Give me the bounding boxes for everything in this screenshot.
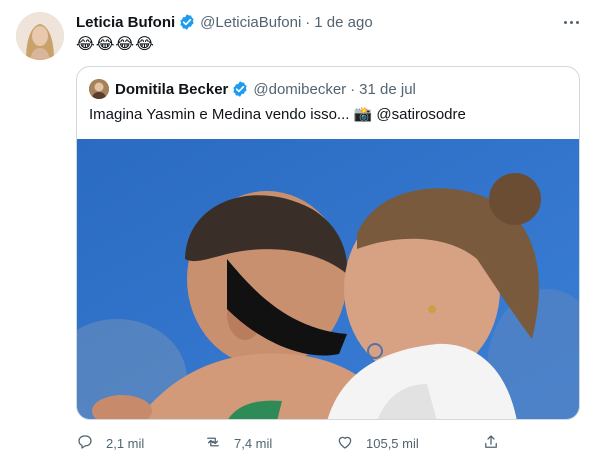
quoted-tweet-photo[interactable] <box>77 139 579 419</box>
more-dots-icon[interactable] <box>560 12 582 32</box>
separator-dot: · <box>350 80 356 98</box>
author-handle[interactable]: @LeticiaBufoni <box>200 14 301 31</box>
retweet-button[interactable]: 7,4 mil <box>204 433 272 454</box>
verified-badge-icon <box>231 80 249 98</box>
tweet-time[interactable]: 1 de ago <box>314 14 372 31</box>
separator-dot: · <box>305 13 311 31</box>
quoted-author-handle: @domibecker <box>253 80 347 98</box>
like-count: 105,5 mil <box>366 435 419 451</box>
share-icon <box>482 433 500 454</box>
verified-badge-icon <box>178 13 196 31</box>
tweet-text: 😂😂😂😂 <box>76 36 155 53</box>
quoted-author-avatar <box>89 79 109 99</box>
quoted-tweet[interactable]: Domitila Becker @domibecker · 31 de jul … <box>76 66 580 420</box>
quoted-tweet-time: 31 de jul <box>359 80 416 98</box>
share-button[interactable] <box>482 433 500 454</box>
tweet-actions: 2,1 mil 7,4 mil 105,5 mil <box>76 432 506 454</box>
retweet-icon <box>204 433 222 454</box>
speech-bubble-icon <box>76 433 94 454</box>
tweet: Leticia Bufoni @LeticiaBufoni · 1 de ago… <box>0 0 612 460</box>
retweet-count: 7,4 mil <box>234 435 273 451</box>
author-avatar[interactable] <box>16 12 64 60</box>
quoted-tweet-text: Imagina Yasmin e Medina vendo isso... 📸 … <box>89 106 466 123</box>
author-name[interactable]: Leticia Bufoni <box>76 14 175 31</box>
like-button[interactable]: 105,5 mil <box>336 433 419 454</box>
tweet-header: Leticia Bufoni @LeticiaBufoni · 1 de ago <box>76 12 373 32</box>
heart-icon <box>336 433 354 454</box>
reply-count: 2,1 mil <box>106 435 145 451</box>
reply-button[interactable]: 2,1 mil <box>76 433 144 454</box>
quoted-tweet-header: Domitila Becker @domibecker · 31 de jul <box>89 79 416 99</box>
quoted-author-name: Domitila Becker <box>115 80 229 98</box>
